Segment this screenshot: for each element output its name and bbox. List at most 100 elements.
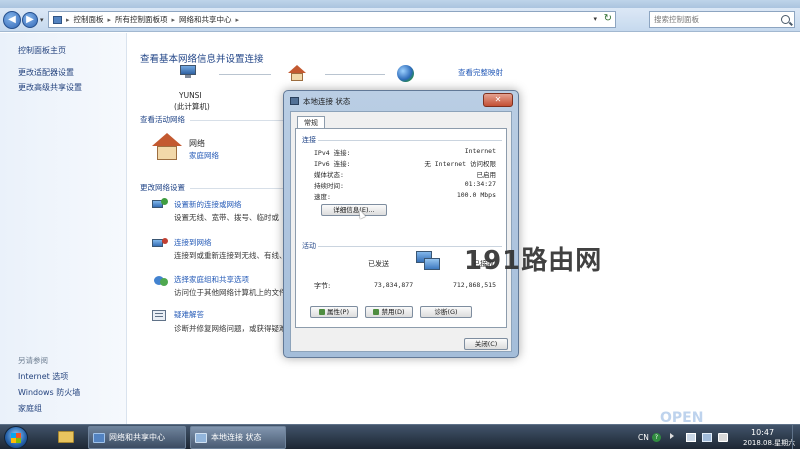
folder-icon [58,431,74,443]
connect-to-network-link[interactable]: 连接到网络 [174,237,212,248]
homegroup-link[interactable]: 家庭组 [18,403,42,414]
connection-group-label: 连接 [302,136,316,144]
taskbar-item-local-connection[interactable]: 本地连接 状态 [190,426,286,449]
network-name: 网络 [189,139,205,148]
group-divider [318,140,502,141]
computer-name: YUNSI [179,91,202,100]
network-activity-icon [416,251,440,273]
duration-label: 持续时间: [314,182,344,190]
network-type-link[interactable]: 家庭网络 [189,150,219,161]
bytes-label: 字节: [314,282,331,290]
see-also-heading: 另请参阅 [18,356,48,365]
local-connection-status-dialog: 本地连接 状态 ✕ 常规 连接 IPv4 连接: Internet IPv6 连… [283,90,519,358]
left-pane: 控制面板主页 更改适配器设置 更改高级共享设置 另请参阅 Internet 选项… [0,33,127,424]
network-adapter-icon [195,432,207,443]
start-button[interactable] [4,426,28,449]
details-button[interactable]: 详细信息(E)... [321,204,387,216]
breadcrumb-separator[interactable]: ▸ [172,16,176,24]
connect-network-icon [152,237,168,250]
breadcrumb-item[interactable]: 控制面板 [74,14,104,25]
diagnose-button-label: 诊断(G) [434,308,458,316]
properties-button-label: 属性(P) [327,308,349,316]
task-description: 诊断并修复网络问题，或获得疑难 [174,324,287,333]
search-box[interactable] [649,11,795,28]
change-advanced-sharing-link[interactable]: 更改高级共享设置 [18,82,82,93]
media-state-value: 已启用 [476,171,497,179]
help-icon[interactable]: ? [652,433,661,442]
computer-subtitle: (此计算机) [174,102,210,111]
setup-new-connection-link[interactable]: 设置新的连接或网络 [174,199,242,210]
flag-icon[interactable] [686,433,696,442]
volume-icon[interactable] [718,433,728,442]
map-connection-line [219,74,271,75]
task-description: 设置无线、宽带、拨号、临时或 [174,213,279,222]
home-network-icon[interactable] [288,65,306,81]
properties-button[interactable]: 属性(P) [310,306,358,318]
taskbar: 网络和共享中心 本地连接 状态 CN ? 10:47 2018.08.星期六 [0,424,800,449]
breadcrumb-item[interactable]: 所有控制面板项 [115,14,168,25]
recent-pages-dropdown-icon[interactable]: ▾ [40,16,44,24]
change-adapter-settings-link[interactable]: 更改适配器设置 [18,67,74,78]
breadcrumb-item[interactable]: 网络和共享中心 [179,14,232,25]
task-description: 连接到或重新连接到无线、有线、 [174,251,287,260]
internet-options-link[interactable]: Internet 选项 [18,371,68,382]
map-connection-line [325,74,385,75]
ipv6-label: IPv6 连接: [314,160,351,168]
homegroup-sharing-link[interactable]: 选择家庭组和共享选项 [174,274,249,285]
speed-label: 速度: [314,193,331,201]
taskbar-item-network-center[interactable]: 网络和共享中心 [88,426,186,449]
address-bar[interactable]: ▸ 控制面板 ▸ 所有控制面板项 ▸ 网络和共享中心 ▸ ▾ ↻ [48,11,616,28]
show-desktop-button[interactable] [792,425,800,449]
breadcrumb-separator: ▸ [66,15,70,24]
internet-globe-icon[interactable] [397,65,414,82]
control-panel-home-link[interactable]: 控制面板主页 [18,45,66,56]
clock-time[interactable]: 10:47 [751,428,774,437]
windows-firewall-link[interactable]: Windows 防火墙 [18,387,80,398]
dialog-body: 常规 连接 IPv4 连接: Internet IPv6 连接: 无 Inter… [290,111,512,352]
tab-panel: 连接 IPv4 连接: Internet IPv6 连接: 无 Internet… [295,128,507,328]
bytes-received-value: 712,868,515 [452,281,496,289]
change-settings-heading: 更改网络设置 [140,183,185,192]
breadcrumb-separator[interactable]: ▸ [108,16,112,24]
close-button[interactable]: 关闭(C) [464,338,508,350]
watermark-text: 191路由网 [464,246,603,276]
search-icon[interactable] [781,15,790,24]
bytes-sent-value: 73,834,877 [374,281,414,289]
dialog-title: 本地连接 状态 [303,97,351,106]
refresh-icon[interactable]: ↻ [604,13,612,24]
task-description: 访问位于其他网络计算机上的文件 [174,288,287,297]
taskbar-item-label: 网络和共享中心 [109,433,165,442]
clock-date[interactable]: 2018.08.星期六 [743,438,795,448]
notification-area: CN ? 10:47 2018.08.星期六 [630,425,800,449]
breadcrumb: ▸ 控制面板 ▸ 所有控制面板项 ▸ 网络和共享中心 ▸ [53,14,239,25]
forward-button[interactable]: ▶ [22,12,38,28]
see-full-map-link[interactable]: 查看完整映射 [458,67,503,78]
network-tray-icon[interactable] [702,433,712,442]
troubleshoot-link[interactable]: 疑难解答 [174,309,204,320]
search-input[interactable] [654,15,774,24]
title-bar [0,0,800,8]
computer-icon [180,65,196,79]
media-state-label: 媒体状态: [314,171,344,179]
network-center-icon [93,432,105,443]
diagnose-button[interactable]: 诊断(G) [420,306,472,318]
dialog-close-x-button[interactable]: ✕ [483,93,513,107]
network-adapter-icon [290,97,299,105]
homegroup-sharing-icon [152,274,168,287]
sent-label: 已发送 [368,260,389,268]
shield-icon [319,309,325,315]
show-hidden-icons-icon[interactable] [670,433,674,439]
address-dropdown-icon[interactable]: ▾ [593,15,597,23]
back-button[interactable]: ◀ [3,11,21,29]
explorer-pinned-button[interactable] [50,427,82,448]
language-indicator[interactable]: CN [638,433,649,442]
troubleshoot-icon [152,309,168,322]
disable-button[interactable]: 禁用(D) [365,306,413,318]
activity-group-label: 活动 [302,242,316,250]
shield-icon [373,309,380,315]
new-connection-icon [152,198,168,211]
speed-value: 100.0 Mbps [456,191,496,199]
breadcrumb-separator[interactable]: ▸ [236,16,240,24]
ipv4-value: Internet [464,147,496,155]
duration-value: 01:34:27 [464,180,496,188]
